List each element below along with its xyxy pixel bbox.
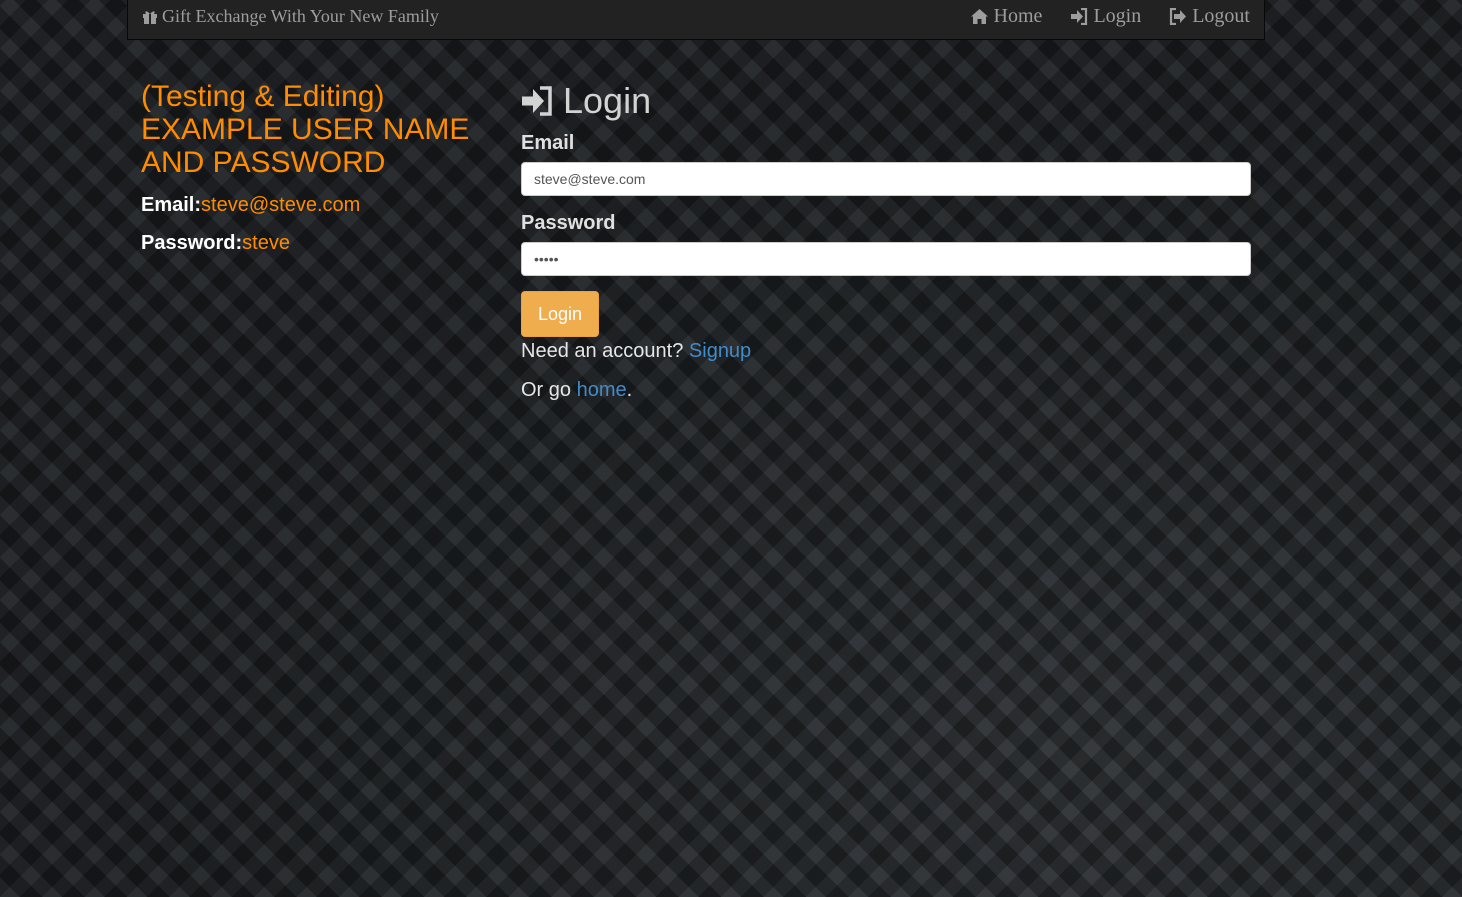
period-text: .	[626, 379, 633, 401]
email-label: Email	[521, 132, 575, 154]
nav-home-label: Home	[993, 5, 1043, 27]
example-credentials-title: (Testing & Editing) EXAMPLE USER NAME AN…	[141, 80, 470, 179]
password-label: Password	[521, 212, 616, 234]
signup-prompt: Need an account? Signup	[521, 339, 1251, 363]
top-navbar: Gift Exchange With Your New Family Home …	[127, 0, 1265, 40]
nav-login-label: Login	[1093, 5, 1142, 27]
nav-links: Home Login Logout	[970, 5, 1250, 28]
home-link[interactable]: home	[577, 379, 627, 401]
example-credentials-panel: (Testing & Editing) EXAMPLE USER NAME AN…	[141, 80, 491, 255]
login-button[interactable]: Login	[521, 291, 600, 337]
home-icon	[970, 8, 989, 25]
page-title-text: Login	[563, 80, 652, 121]
brand-link[interactable]: Gift Exchange With Your New Family	[142, 6, 439, 27]
home-prompt: Or go home.	[521, 378, 1251, 402]
need-account-text: Need an account?	[521, 340, 684, 362]
login-form: Email Password Login	[521, 132, 1251, 337]
example-password-label: Password:	[141, 232, 243, 254]
signup-link[interactable]: Signup	[689, 340, 751, 362]
nav-logout[interactable]: Logout	[1169, 5, 1250, 28]
brand-text: Gift Exchange With Your New Family	[162, 6, 439, 26]
sign-in-icon	[521, 86, 553, 116]
example-password-value: steve	[242, 232, 290, 254]
example-email-line: Email:steve@steve.com	[141, 193, 491, 217]
or-go-text: Or go	[521, 379, 572, 401]
example-password-line: Password:steve	[141, 231, 491, 255]
page-title: Login	[521, 80, 1251, 122]
login-panel: Login Email Password Login Need an accou…	[521, 80, 1251, 402]
nav-home[interactable]: Home	[970, 5, 1043, 28]
email-field[interactable]	[521, 162, 1251, 196]
nav-login[interactable]: Login	[1070, 5, 1141, 28]
password-field[interactable]	[521, 242, 1251, 276]
nav-logout-label: Logout	[1192, 5, 1250, 27]
sign-in-icon	[1070, 8, 1088, 25]
example-email-label: Email:	[141, 194, 202, 216]
example-email-value: steve@steve.com	[201, 194, 361, 216]
gift-icon	[142, 9, 158, 25]
sign-out-icon	[1169, 8, 1187, 25]
